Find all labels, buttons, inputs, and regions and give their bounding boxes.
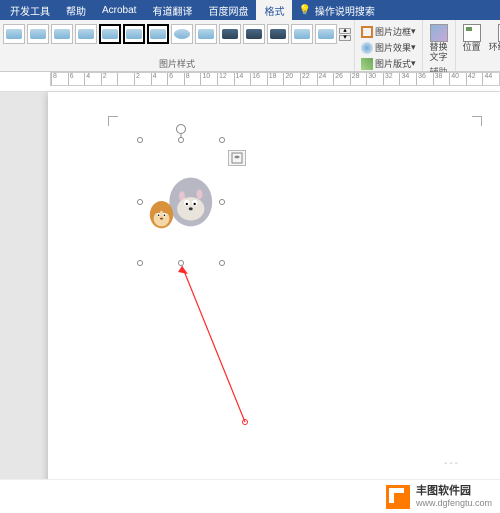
tell-me-label: 操作说明搜索: [315, 3, 375, 18]
ruler-tick: 6: [167, 73, 184, 85]
ribbon-content: ▴▾ 图片样式 图片边框 ▾ 图片效果 ▾ 图片版式 ▾ 替换 文字 辅助功能 …: [0, 20, 500, 72]
ruler-tick: 30: [366, 73, 383, 85]
style-thumb-14[interactable]: [315, 24, 337, 44]
tab-developer[interactable]: 开发工具: [2, 0, 58, 21]
picture-effects-button[interactable]: 图片效果 ▾: [358, 40, 419, 55]
style-thumb-11[interactable]: [243, 24, 265, 44]
resize-handle-tr[interactable]: [219, 137, 225, 143]
gallery-expand[interactable]: ▴▾: [339, 24, 351, 44]
ruler-tick: 20: [283, 73, 300, 85]
resize-handle-ml[interactable]: [137, 199, 143, 205]
selected-image[interactable]: [140, 140, 222, 263]
ruler-tick: 8: [51, 73, 68, 85]
group-label-styles: 图片样式: [3, 57, 351, 70]
position-button[interactable]: 位置: [459, 22, 485, 55]
ruler-tick: 2: [101, 73, 118, 85]
tell-me-search[interactable]: 💡 操作说明搜索: [298, 3, 374, 18]
ruler-tick: 26: [333, 73, 350, 85]
wrap-text-button[interactable]: 环绕文字: [485, 22, 500, 55]
ruler-tick: 44: [482, 73, 499, 85]
rotate-handle[interactable]: [176, 124, 186, 134]
style-thumb-9[interactable]: [195, 24, 217, 44]
resize-handle-tm[interactable]: [178, 137, 184, 143]
margin-corner-tl: [108, 116, 118, 126]
tab-baidu[interactable]: 百度网盘: [200, 0, 256, 21]
style-thumb-5[interactable]: [99, 24, 121, 44]
picture-border-button[interactable]: 图片边框 ▾: [358, 24, 419, 39]
ruler-tick: 4: [151, 73, 168, 85]
position-icon: [463, 24, 481, 42]
watermark-logo-icon: [386, 485, 410, 509]
ruler-tick: 22: [300, 73, 317, 85]
style-thumb-13[interactable]: [291, 24, 313, 44]
ruler-tick: 12: [217, 73, 234, 85]
ribbon-tab-bar: 开发工具 帮助 Acrobat 有道翻译 百度网盘 格式 💡 操作说明搜索: [0, 0, 500, 20]
tab-help[interactable]: 帮助: [58, 0, 94, 21]
image-content: [140, 140, 222, 263]
layout-icon: [361, 58, 373, 70]
tab-youdao[interactable]: 有道翻译: [144, 0, 200, 21]
watermark-domain: www.dgfengtu.com: [416, 498, 492, 509]
lightbulb-icon: 💡: [298, 5, 310, 16]
picture-layout-button[interactable]: 图片版式 ▾: [358, 56, 419, 71]
tab-acrobat[interactable]: Acrobat: [94, 2, 144, 19]
style-thumb-12[interactable]: [267, 24, 289, 44]
style-thumb-7[interactable]: [147, 24, 169, 44]
watermark-bar: 丰图软件园 www.dgfengtu.com: [0, 479, 500, 513]
ruler-tick: 2: [134, 73, 151, 85]
ruler-tick: 10: [200, 73, 217, 85]
style-thumb-2[interactable]: [27, 24, 49, 44]
horizontal-ruler[interactable]: 8 6 4 2 2 4 6 8 10 12 14 16 18 20 22 24 …: [0, 72, 500, 92]
style-thumb-3[interactable]: [51, 24, 73, 44]
style-thumb-6[interactable]: [123, 24, 145, 44]
style-thumb-1[interactable]: [3, 24, 25, 44]
ruler-tick: 14: [234, 73, 251, 85]
ruler-tick: 4: [84, 73, 101, 85]
style-thumb-8[interactable]: [171, 24, 193, 44]
alt-text-icon: [430, 24, 448, 42]
tab-format[interactable]: 格式: [256, 0, 292, 21]
resize-handle-tl[interactable]: [137, 137, 143, 143]
alt-text-button[interactable]: 替换 文字: [426, 22, 452, 65]
style-thumb-4[interactable]: [75, 24, 97, 44]
ruler-tick: 6: [68, 73, 85, 85]
watermark-name: 丰图软件园: [416, 485, 492, 498]
resize-handle-bl[interactable]: [137, 260, 143, 266]
ruler-tick: 40: [449, 73, 466, 85]
ruler-tick: 16: [250, 73, 267, 85]
style-thumb-10[interactable]: [219, 24, 241, 44]
annotation-arrow: [170, 260, 370, 460]
document-page[interactable]: ---: [48, 92, 500, 513]
ruler-tick: 36: [416, 73, 433, 85]
ruler-tick: 32: [383, 73, 400, 85]
ruler-tick: [117, 73, 134, 85]
ruler-tick: 28: [350, 73, 367, 85]
ruler-tick: 38: [433, 73, 450, 85]
ruler-tick: 42: [466, 73, 483, 85]
picture-style-gallery: ▴▾: [3, 22, 351, 44]
ruler-tick: 24: [317, 73, 334, 85]
ruler-tick: 18: [267, 73, 284, 85]
page-break-mark: ---: [444, 458, 460, 469]
ruler-tick: 8: [184, 73, 201, 85]
effects-icon: [361, 42, 373, 54]
ruler-tick: 34: [399, 73, 416, 85]
resize-handle-mr[interactable]: [219, 199, 225, 205]
layout-options-button[interactable]: [228, 150, 246, 166]
margin-corner-tr: [472, 116, 482, 126]
border-icon: [361, 26, 373, 38]
